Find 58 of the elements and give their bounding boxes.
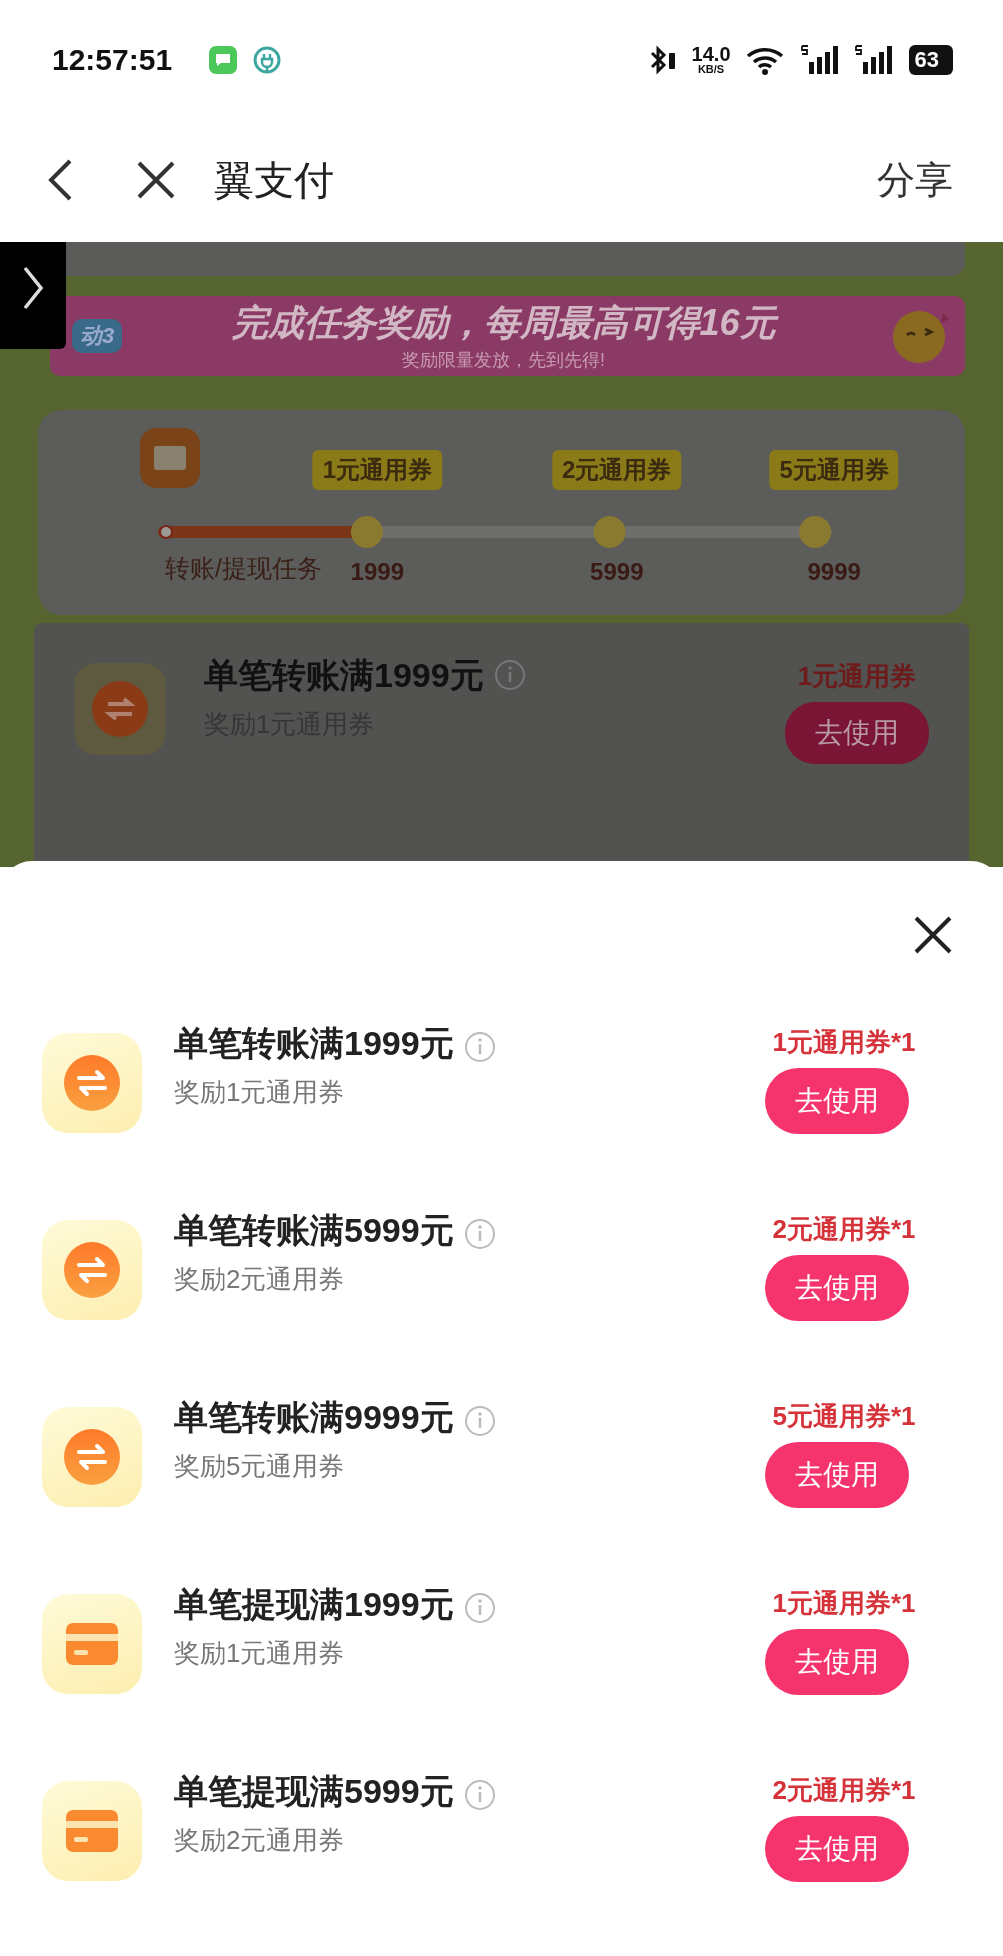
signal-icon bbox=[854, 43, 895, 76]
use-button[interactable]: 去使用 bbox=[765, 1442, 909, 1508]
task-subtitle: 奖励2元通用券 bbox=[174, 1263, 346, 1296]
task-title: 单笔转账满5999元 bbox=[174, 1210, 454, 1251]
battery-level: 63 bbox=[908, 44, 953, 75]
transfer-icon bbox=[42, 1407, 142, 1507]
task-label: 转账/提现任务 bbox=[165, 552, 322, 584]
reward-tag: 1元通用券 bbox=[312, 449, 442, 490]
use-button[interactable]: 去使用 bbox=[765, 1068, 909, 1134]
status-time: 12:57:51 bbox=[52, 42, 173, 77]
task-subtitle: 奖励1元通用券 bbox=[174, 1637, 346, 1670]
activity-badge: 动3 bbox=[72, 318, 123, 353]
task-title: 单笔转账满1999元 bbox=[204, 654, 484, 696]
reward-tag: 5元通用券 bbox=[769, 449, 899, 490]
use-button[interactable]: 去使用 bbox=[785, 701, 929, 764]
transfer-icon bbox=[74, 662, 166, 755]
task-subtitle: 奖励1元通用券 bbox=[174, 1076, 346, 1109]
task-title: 单笔转账满1999元 bbox=[174, 1023, 454, 1064]
network-speed: 14.0 bbox=[691, 44, 731, 65]
reward-label: 1元通用券 bbox=[797, 659, 917, 693]
signal-icon bbox=[800, 43, 841, 76]
info-icon[interactable] bbox=[493, 658, 526, 691]
task-subtitle: 奖励5元通用券 bbox=[174, 1450, 346, 1483]
reward-label: 1元通用券*1 bbox=[772, 1587, 916, 1620]
milestone-amount: 1999 bbox=[350, 557, 404, 586]
reward-tag: 2元通用券 bbox=[552, 449, 682, 490]
message-icon bbox=[208, 44, 239, 75]
transfer-icon bbox=[42, 1220, 142, 1320]
milestone-amount: 5999 bbox=[590, 557, 644, 586]
close-icon[interactable] bbox=[136, 160, 176, 201]
use-button[interactable]: 去使用 bbox=[765, 1629, 909, 1695]
side-tab[interactable] bbox=[0, 241, 66, 349]
reward-label: 1元通用券*1 bbox=[772, 1026, 916, 1059]
info-icon[interactable] bbox=[463, 1031, 496, 1063]
task-subtitle: 奖励2元通用券 bbox=[174, 1824, 346, 1857]
info-icon[interactable] bbox=[463, 1218, 496, 1250]
plug-icon bbox=[252, 44, 283, 75]
card-icon bbox=[42, 1781, 142, 1881]
reward-label: 2元通用券*1 bbox=[772, 1774, 916, 1807]
use-button[interactable]: 去使用 bbox=[765, 1255, 909, 1321]
share-link[interactable]: 分享 bbox=[877, 154, 953, 206]
banner-subtitle: 奖励限量发放，先到先得! bbox=[402, 349, 606, 373]
task-title: 单笔提现满5999元 bbox=[174, 1771, 454, 1812]
milestone-amount: 9999 bbox=[807, 557, 861, 586]
reward-label: 5元通用券*1 bbox=[772, 1400, 916, 1433]
close-icon[interactable] bbox=[913, 915, 953, 955]
info-icon[interactable] bbox=[463, 1779, 496, 1811]
page-title: 翼支付 bbox=[214, 156, 334, 204]
chevron-right-icon bbox=[22, 264, 44, 311]
reward-label: 2元通用券*1 bbox=[772, 1213, 916, 1246]
task-title: 单笔提现满1999元 bbox=[174, 1584, 454, 1625]
card-icon bbox=[42, 1594, 142, 1694]
info-icon[interactable] bbox=[463, 1592, 496, 1624]
info-icon[interactable] bbox=[463, 1405, 496, 1437]
transfer-icon bbox=[42, 1033, 142, 1133]
task-title: 单笔转账满9999元 bbox=[174, 1397, 454, 1438]
use-button[interactable]: 去使用 bbox=[765, 1816, 909, 1882]
speed-unit: KB/S bbox=[697, 64, 725, 76]
